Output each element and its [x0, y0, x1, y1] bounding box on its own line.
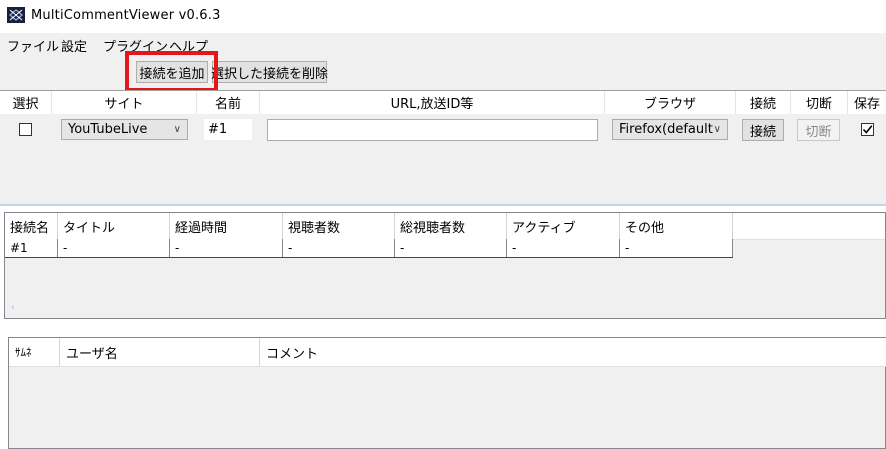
connection-name-field[interactable]: #1 [204, 119, 252, 140]
url-input[interactable] [267, 119, 598, 141]
site-select[interactable]: YouTubeLive ∨ [61, 119, 188, 140]
app-icon [7, 7, 25, 23]
connect-button[interactable]: 接続 [742, 119, 784, 141]
status-table-header: 接続名 タイトル 経過時間 視聴者数 総視聴者数 アクティブ その他 [5, 213, 885, 240]
col-elapsed: 経過時間 [170, 213, 283, 239]
col-username: ユーザ名 [60, 338, 260, 366]
header-browser: ブラウザ [605, 91, 736, 114]
col-comment: コメント [266, 346, 319, 362]
cell-viewers: - [283, 239, 395, 257]
chevron-down-icon: ∨ [713, 124, 721, 135]
cell-connection-name: #1 [5, 239, 58, 257]
col-thumbnail: ｻﾑﾈ [9, 338, 60, 366]
window-title: MultiCommentViewer v0.6.3 [31, 8, 221, 23]
cell-title: - [58, 239, 170, 257]
menu-settings[interactable]: 設定 [61, 36, 87, 55]
menu-file[interactable]: ファイル [7, 36, 59, 55]
cell-total-viewers: - [395, 239, 507, 257]
browser-select[interactable]: Firefox(default ∨ [612, 119, 728, 140]
disconnect-button[interactable]: 切断 [797, 119, 840, 141]
splitter[interactable] [0, 204, 886, 206]
highlight-box [125, 51, 218, 92]
cell-elapsed: - [170, 239, 283, 257]
col-viewers: 視聴者数 [283, 213, 395, 239]
table-row[interactable]: #1 - - - - - - [5, 239, 733, 258]
connection-header: 選択 サイト 名前 URL,放送ID等 ブラウザ 接続 切断 保存 [0, 91, 886, 114]
scroll-left-icon[interactable]: ‹ [11, 303, 15, 313]
header-select: 選択 [0, 91, 52, 114]
comments-table: ｻﾑﾈ ユーザ名 コメント [8, 337, 886, 449]
col-title: タイトル [58, 213, 170, 239]
chevron-down-icon: ∨ [173, 124, 181, 135]
browser-select-value: Firefox(default [619, 122, 713, 137]
col-other: その他 [620, 213, 733, 239]
status-table: 接続名 タイトル 経過時間 視聴者数 総視聴者数 アクティブ その他 #1 - … [4, 212, 886, 319]
site-select-value: YouTubeLive [68, 122, 148, 137]
header-site: サイト [52, 91, 197, 114]
comments-table-header: ｻﾑﾈ ユーザ名 コメント [9, 338, 886, 367]
save-checkbox[interactable] [861, 123, 874, 136]
header-disconnect: 切断 [791, 91, 848, 114]
select-checkbox[interactable] [19, 123, 32, 136]
cell-other: - [620, 239, 733, 257]
header-connect: 接続 [736, 91, 791, 114]
col-total-viewers: 総視聴者数 [395, 213, 507, 239]
col-active: アクティブ [507, 213, 620, 239]
header-save: 保存 [853, 97, 880, 112]
header-url: URL,放送ID等 [260, 91, 605, 114]
delete-selected-connection-button[interactable]: 選択した接続を削除 [211, 61, 328, 83]
cell-active: - [507, 239, 620, 257]
checkmark-icon [862, 125, 873, 134]
col-connection-name: 接続名 [5, 213, 58, 239]
header-name: 名前 [197, 91, 260, 114]
